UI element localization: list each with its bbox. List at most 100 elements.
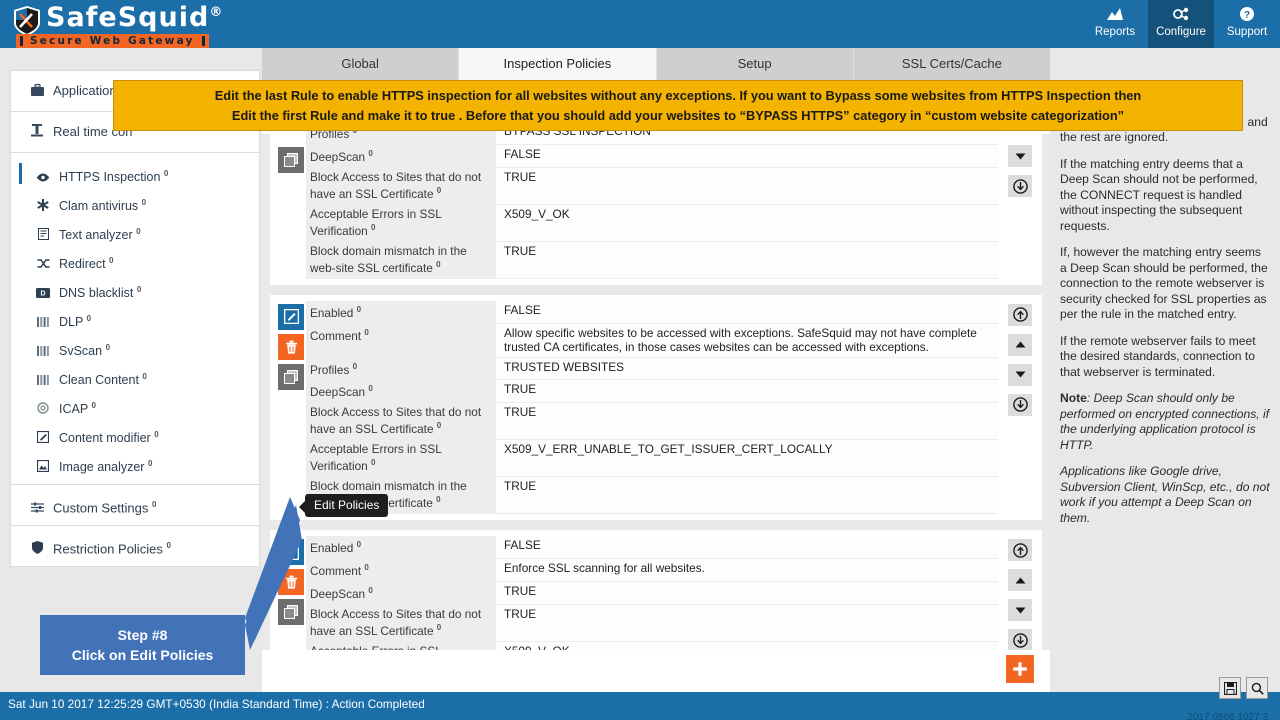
rule-move-buttons — [998, 122, 1042, 279]
field-value[interactable]: TRUE — [496, 605, 998, 641]
move-up-button[interactable] — [1008, 569, 1032, 591]
main-panel: Profiles 0 BYPASS SSL INSPECTION DeepSca… — [262, 80, 1050, 692]
field-row: Block Access to Sites that do not have a… — [306, 168, 998, 205]
move-bottom-button[interactable] — [1008, 175, 1032, 197]
sidebar-item-label: Content modifier — [59, 431, 151, 445]
banner-line-1: Edit the last Rule to enable HTTPS inspe… — [120, 86, 1236, 106]
field-label: Acceptable Errors in SSL Verification 0 — [306, 205, 496, 241]
field-row: Comment 0 Allow specific websites to be … — [306, 324, 998, 358]
move-up-button[interactable] — [1008, 334, 1032, 356]
briefcase-icon — [27, 72, 47, 112]
copy-rule-button[interactable] — [278, 147, 304, 173]
sidebar-item-sup: 0 — [109, 256, 113, 265]
edit-policies-tooltip: Edit Policies — [305, 494, 388, 517]
tab-setup[interactable]: Setup — [657, 48, 854, 80]
sidebar-item-restriction-policies[interactable]: Restriction Policies 0 — [11, 526, 259, 566]
sidebar-item-icap[interactable]: ICAP 0 — [11, 391, 259, 420]
rule-action-buttons — [270, 301, 306, 515]
move-bottom-button[interactable] — [1008, 629, 1032, 651]
field-value[interactable]: FALSE — [496, 145, 998, 167]
sidebar-item-sup: 0 — [164, 169, 168, 178]
field-row: Comment 0 Enforce SSL scanning for all w… — [306, 559, 998, 582]
sidebar-item-sup: 0 — [142, 198, 146, 207]
edit-policies-button[interactable] — [278, 539, 304, 565]
banner-line-2: Edit the first Rule and make it to true … — [120, 106, 1236, 126]
callout-action: Click on Edit Policies — [72, 645, 214, 665]
field-row: Acceptable Errors in SSL Verification 0 … — [306, 440, 998, 477]
field-value[interactable]: TRUE — [496, 242, 998, 278]
tab-global[interactable]: Global — [262, 48, 459, 80]
move-bottom-button[interactable] — [1008, 394, 1032, 416]
move-down-button[interactable] — [1008, 364, 1032, 386]
brand-logo[interactable]: SafeSquid® Secure Web Gateway — [8, 2, 258, 48]
field-value[interactable]: X509_V_ERR_UNABLE_TO_GET_ISSUER_CERT_LOC… — [496, 440, 998, 476]
sidebar-item-dns-blacklist[interactable]: D DNS blacklist 0 — [11, 275, 259, 304]
field-value[interactable]: TRUE — [496, 477, 998, 513]
sidebar-item-sup: 0 — [152, 500, 156, 509]
tab-strip: Global Inspection Policies Setup SSL Cer… — [262, 48, 1050, 80]
nav-configure[interactable]: Configure — [1148, 0, 1214, 48]
save-icon[interactable] — [1219, 677, 1241, 699]
sidebar-item-text-analyzer[interactable]: Text analyzer 0 — [11, 217, 259, 246]
field-row: DeepScan 0 TRUE — [306, 582, 998, 605]
delete-rule-button[interactable] — [278, 569, 304, 595]
nav-support[interactable]: ? Support — [1214, 0, 1280, 48]
field-value[interactable]: X509_V_OK — [496, 205, 998, 241]
sidebar-item-label: DNS blacklist — [59, 286, 133, 300]
nav-reports[interactable]: Reports — [1082, 0, 1148, 48]
field-label: Block domain mismatch in the web-site SS… — [306, 242, 496, 278]
nav-reports-label: Reports — [1082, 25, 1148, 39]
sidebar-item-clam-antivirus[interactable]: Clam antivirus 0 — [11, 188, 259, 217]
rule-move-buttons — [998, 301, 1042, 515]
search-icon[interactable] — [1246, 677, 1268, 699]
sidebar-item-dlp[interactable]: DLP 0 — [11, 304, 259, 333]
field-value[interactable]: TRUE — [496, 380, 998, 402]
monitor-icon — [27, 113, 47, 153]
instruction-banner: Edit the last Rule to enable HTTPS inspe… — [113, 80, 1243, 131]
sidebar-item-svscan[interactable]: SvScan 0 — [11, 333, 259, 362]
copy-rule-button[interactable] — [278, 364, 304, 390]
tabstrip-right-gap — [1050, 48, 1280, 80]
tab-ssl-certs-cache[interactable]: SSL Certs/Cache — [854, 48, 1050, 80]
edit-policies-button[interactable] — [278, 304, 304, 330]
field-value[interactable]: Allow specific websites to be accessed w… — [496, 324, 998, 357]
sidebar-item-clean-content[interactable]: Clean Content 0 — [11, 362, 259, 391]
delete-rule-button[interactable] — [278, 334, 304, 360]
sidebar-item-sup: 0 — [166, 541, 170, 550]
tab-inspection-policies[interactable]: Inspection Policies — [459, 48, 656, 80]
sidebar-item-image-analyzer[interactable]: Image analyzer 0 — [11, 449, 259, 478]
rule-bypass-ssl-inspection: Profiles 0 BYPASS SSL INSPECTION DeepSca… — [270, 116, 1042, 285]
field-value[interactable]: TRUE — [496, 168, 998, 204]
field-row: DeepScan 0 FALSE — [306, 145, 998, 168]
copy-rule-button[interactable] — [278, 599, 304, 625]
field-label: Enabled 0 — [306, 301, 496, 323]
move-down-button[interactable] — [1008, 145, 1032, 167]
move-top-button[interactable] — [1008, 304, 1032, 326]
field-row: Enabled 0 FALSE — [306, 536, 998, 559]
help-note-label: Note — [1060, 391, 1087, 405]
sidebar-item-https-inspection[interactable]: HTTPS Inspection 0 — [11, 159, 259, 188]
field-value[interactable]: FALSE — [496, 301, 998, 323]
top-nav: Reports Configure ? Support — [1082, 0, 1280, 48]
field-label: Comment 0 — [306, 559, 496, 581]
field-value[interactable]: Enforce SSL scanning for all websites. — [496, 559, 998, 581]
sidebar-item-label: ICAP — [59, 402, 88, 416]
svg-text:?: ? — [1244, 10, 1250, 21]
sidebar-item-label: Clam antivirus — [59, 199, 138, 213]
sidebar-item-label: Custom Settings — [53, 500, 148, 515]
field-label: Block Access to Sites that do not have a… — [306, 605, 496, 641]
sidebar-item-redirect[interactable]: Redirect 0 — [11, 246, 259, 275]
sidebar-item-custom-settings[interactable]: Custom Settings 0 — [11, 485, 259, 525]
field-value[interactable]: TRUE — [496, 582, 998, 604]
field-row: Block domain mismatch in the web-site SS… — [306, 477, 998, 514]
sidebar-item-content-modifier[interactable]: Content modifier 0 — [11, 420, 259, 449]
field-label: Block Access to Sites that do not have a… — [306, 403, 496, 439]
field-value[interactable]: FALSE — [496, 536, 998, 558]
add-entry-button[interactable] — [1006, 655, 1034, 683]
field-row: Block domain mismatch in the web-site SS… — [306, 242, 998, 279]
move-down-button[interactable] — [1008, 599, 1032, 621]
move-top-button[interactable] — [1008, 539, 1032, 561]
sidebar-item-label: DLP — [59, 315, 83, 329]
field-value[interactable]: TRUE — [496, 403, 998, 439]
field-value[interactable]: TRUSTED WEBSITES — [496, 358, 998, 380]
